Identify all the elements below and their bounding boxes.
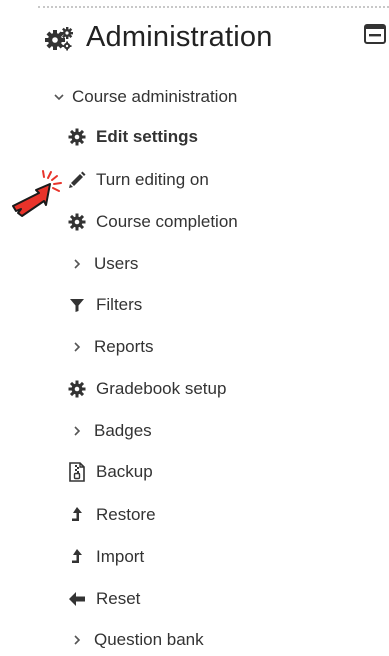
menu-item-label: Badges	[94, 421, 152, 440]
menu-item-edit-settings[interactable]: Edit settings	[66, 121, 198, 153]
menu-item-reset[interactable]: Reset	[66, 583, 140, 615]
menu-item-badges[interactable]: Badges	[70, 415, 152, 447]
menu-item-label: Reset	[96, 589, 141, 608]
section-course-administration[interactable]: Course administration	[52, 81, 237, 113]
menu-item-gradebook-setup[interactable]: Gradebook setup	[66, 373, 226, 405]
block-top-border	[38, 6, 389, 8]
menu-item-course-completion[interactable]: Course completion	[66, 206, 238, 238]
menu-item-label: Backup	[96, 462, 153, 481]
menu-item-label: Course completion	[96, 212, 238, 231]
menu-item-reports[interactable]: Reports	[70, 331, 154, 363]
menu-item-label: Import	[96, 547, 145, 566]
block-header: Administration	[44, 18, 389, 58]
chevron-right-icon	[70, 336, 84, 358]
menu-item-label: Restore	[96, 505, 156, 524]
menu-item-label: Turn editing on	[96, 170, 209, 189]
menu-item-filters[interactable]: Filters	[66, 289, 142, 321]
menu-item-label: Edit settings	[96, 127, 199, 146]
menu-item-label: Reports	[94, 337, 154, 356]
block-title: Administration	[86, 21, 273, 53]
file-archive-icon	[66, 461, 88, 483]
minus-box-icon[interactable]	[364, 24, 386, 44]
menu-item-label: Filters	[96, 295, 143, 314]
chevron-right-icon	[70, 629, 84, 651]
gear-icon	[66, 211, 88, 233]
section-label: Course administration	[72, 87, 238, 106]
gears-icon	[45, 27, 73, 51]
level-up-icon	[66, 504, 88, 526]
hand-pointer-icon	[12, 170, 62, 217]
chevron-right-icon	[70, 253, 84, 275]
arrow-left-icon	[66, 588, 88, 610]
menu-item-label: Question bank	[94, 630, 204, 649]
chevron-right-icon	[70, 420, 84, 442]
menu-item-label: Users	[94, 254, 139, 273]
pencil-icon	[66, 169, 88, 191]
menu-item-question-bank[interactable]: Question bank	[70, 624, 204, 656]
chevron-down-icon	[52, 86, 66, 108]
filter-icon	[66, 294, 88, 316]
menu-item-import[interactable]: Import	[66, 541, 144, 573]
menu-item-turn-editing-on[interactable]: Turn editing on	[66, 164, 209, 196]
gear-icon	[66, 378, 88, 400]
menu-item-users[interactable]: Users	[70, 248, 138, 280]
gear-icon	[66, 126, 88, 148]
menu-item-label: Gradebook setup	[96, 379, 227, 398]
menu-item-restore[interactable]: Restore	[66, 499, 156, 531]
menu-item-backup[interactable]: Backup	[66, 456, 153, 488]
level-up-icon	[66, 546, 88, 568]
